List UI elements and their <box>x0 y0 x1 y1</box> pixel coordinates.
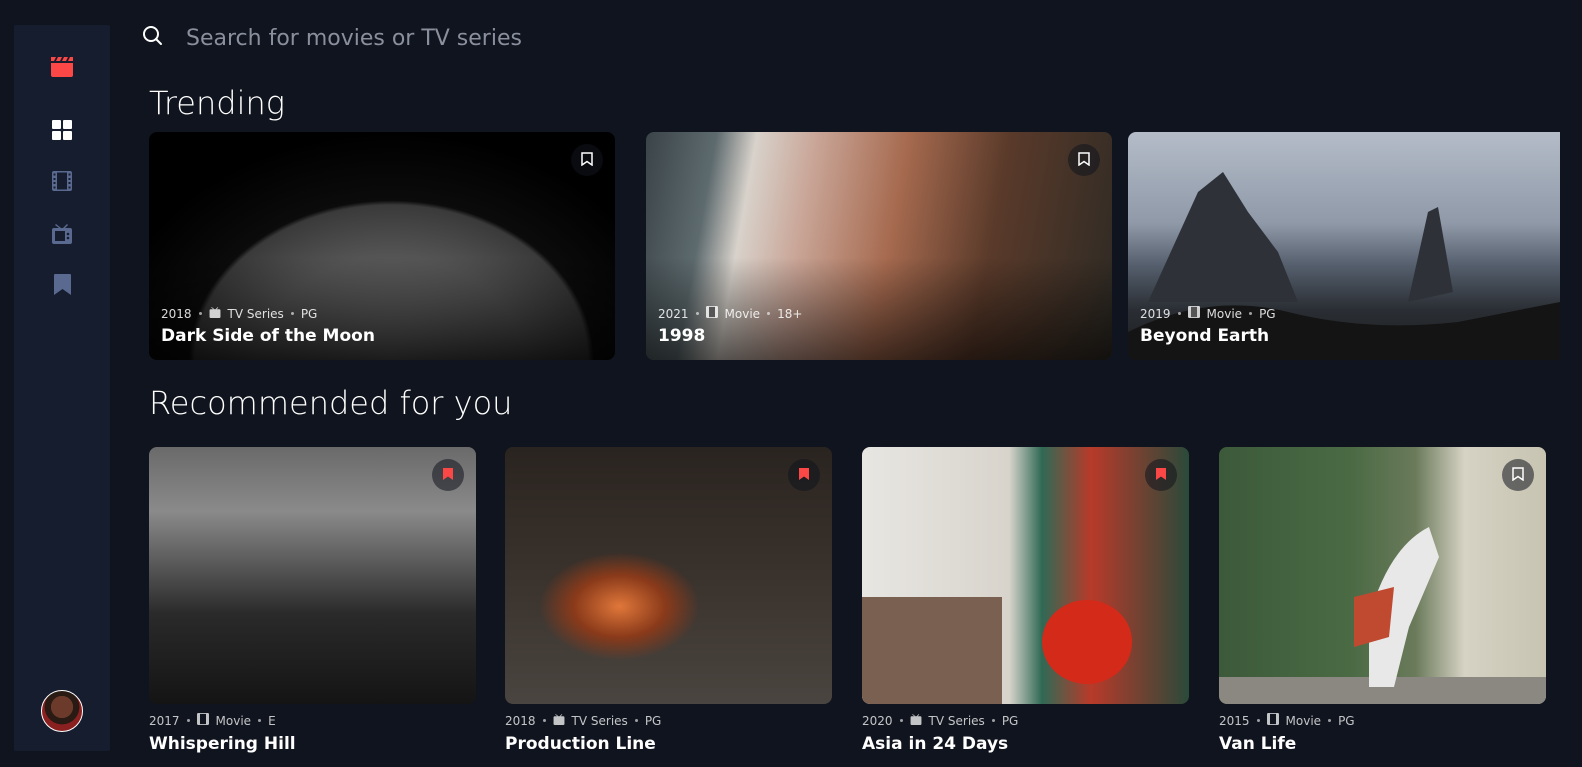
card-title: Beyond Earth <box>1140 326 1270 346</box>
bookmark-button[interactable] <box>1068 144 1100 176</box>
category: Movie <box>724 306 761 321</box>
trending-card[interactable]: 2018 TV Series PG Dark Side of the Moon <box>149 132 615 360</box>
film-icon <box>705 306 718 321</box>
trending-card[interactable]: 2019 Movie PG Beyond Earth <box>1128 132 1560 360</box>
card-info: 2018 TV Series PG Dark Side of the Moon <box>161 306 375 347</box>
recommended-card-info: 2020 TV Series PG Asia in 24 Days <box>862 713 1019 755</box>
card-title: 1998 <box>658 326 706 346</box>
separator-dot <box>634 719 638 722</box>
separator-dot <box>1249 312 1253 315</box>
separator-dot <box>1328 719 1332 722</box>
avatar[interactable] <box>41 690 83 732</box>
card-info: 2021 Movie 18+ 1998 <box>658 306 802 346</box>
bookmark-filled-icon <box>798 466 810 485</box>
rating: PG <box>1001 713 1019 728</box>
recommended-card-info: 2017 Movie E Whispering Hill <box>149 713 296 754</box>
film-icon <box>196 713 209 728</box>
search-bar <box>142 18 942 58</box>
bookmark-button[interactable] <box>1502 459 1534 491</box>
search-input[interactable] <box>184 24 888 52</box>
tv-icon <box>209 306 221 321</box>
film-icon <box>1187 306 1200 321</box>
recommended-card-image[interactable] <box>505 447 832 704</box>
year: 2019 <box>1140 306 1171 321</box>
separator-dot <box>899 719 903 722</box>
clapperboard-icon[interactable] <box>14 55 110 77</box>
category: Movie <box>1285 713 1322 728</box>
separator-dot <box>991 719 995 722</box>
year: 2015 <box>1219 713 1250 728</box>
separator-dot <box>1256 719 1260 722</box>
bookmark-button[interactable] <box>432 459 464 491</box>
recommended-title: Recommended for you <box>149 384 513 422</box>
separator-dot <box>542 719 546 722</box>
separator-dot <box>767 312 771 315</box>
trending-card[interactable]: 2021 Movie 18+ 1998 <box>646 132 1112 360</box>
year: 2020 <box>862 713 893 728</box>
sidebar <box>14 25 110 751</box>
separator-dot <box>1177 312 1181 315</box>
bookmark-button[interactable] <box>788 459 820 491</box>
rating: E <box>268 713 276 728</box>
grid-icon[interactable] <box>14 120 110 140</box>
recommended-card-image[interactable] <box>1219 447 1546 704</box>
recommended-card-art <box>862 597 1132 704</box>
bookmark-filled-icon <box>1155 466 1167 485</box>
recommended-card-info: 2018 TV Series PG Production Line <box>505 713 662 755</box>
card-title[interactable]: Whispering Hill <box>149 734 296 754</box>
rating: PG <box>1259 306 1276 321</box>
separator-dot <box>198 312 202 315</box>
bookmark-outline-icon <box>581 151 593 170</box>
year: 2018 <box>161 306 192 321</box>
trending-title: Trending <box>149 84 285 122</box>
rating: PG <box>1338 713 1355 728</box>
rating: PG <box>644 713 662 728</box>
bookmark-filled-icon <box>442 466 454 485</box>
card-title[interactable]: Asia in 24 Days <box>862 734 1018 754</box>
category: Movie <box>1206 306 1243 321</box>
category: TV Series <box>227 306 284 321</box>
card-info: 2019 Movie PG Beyond Earth <box>1140 306 1276 346</box>
bookmark-button[interactable] <box>1145 459 1177 491</box>
year: 2021 <box>658 306 689 321</box>
year: 2017 <box>149 713 180 728</box>
recommended-card-image[interactable] <box>862 447 1189 704</box>
recommended-card-image[interactable] <box>149 447 476 704</box>
card-title[interactable]: Van Life <box>1219 734 1355 754</box>
search-icon <box>142 25 164 51</box>
category: TV Series <box>928 713 985 728</box>
bookmark-button[interactable] <box>571 144 603 176</box>
bookmark-outline-icon <box>1078 151 1090 170</box>
separator-dot <box>695 312 699 315</box>
category: TV Series <box>571 713 628 728</box>
bookmark-icon[interactable] <box>14 274 110 295</box>
tv-icon <box>553 713 565 728</box>
year: 2018 <box>505 713 536 728</box>
card-title: Dark Side of the Moon <box>161 326 375 346</box>
film-icon <box>1266 713 1279 728</box>
bookmark-outline-icon <box>1512 466 1524 485</box>
rating: 18+ <box>777 306 803 321</box>
recommended-card-art <box>1219 527 1546 704</box>
recommended-card-info: 2015 Movie PG Van Life <box>1219 713 1355 754</box>
category: Movie <box>215 713 252 728</box>
rating: PG <box>300 306 318 321</box>
separator-dot <box>290 312 294 315</box>
separator-dot <box>258 719 262 722</box>
tv-icon[interactable] <box>14 222 110 244</box>
card-title[interactable]: Production Line <box>505 734 661 754</box>
tv-icon <box>910 713 922 728</box>
separator-dot <box>186 719 190 722</box>
film-icon[interactable] <box>14 171 110 191</box>
